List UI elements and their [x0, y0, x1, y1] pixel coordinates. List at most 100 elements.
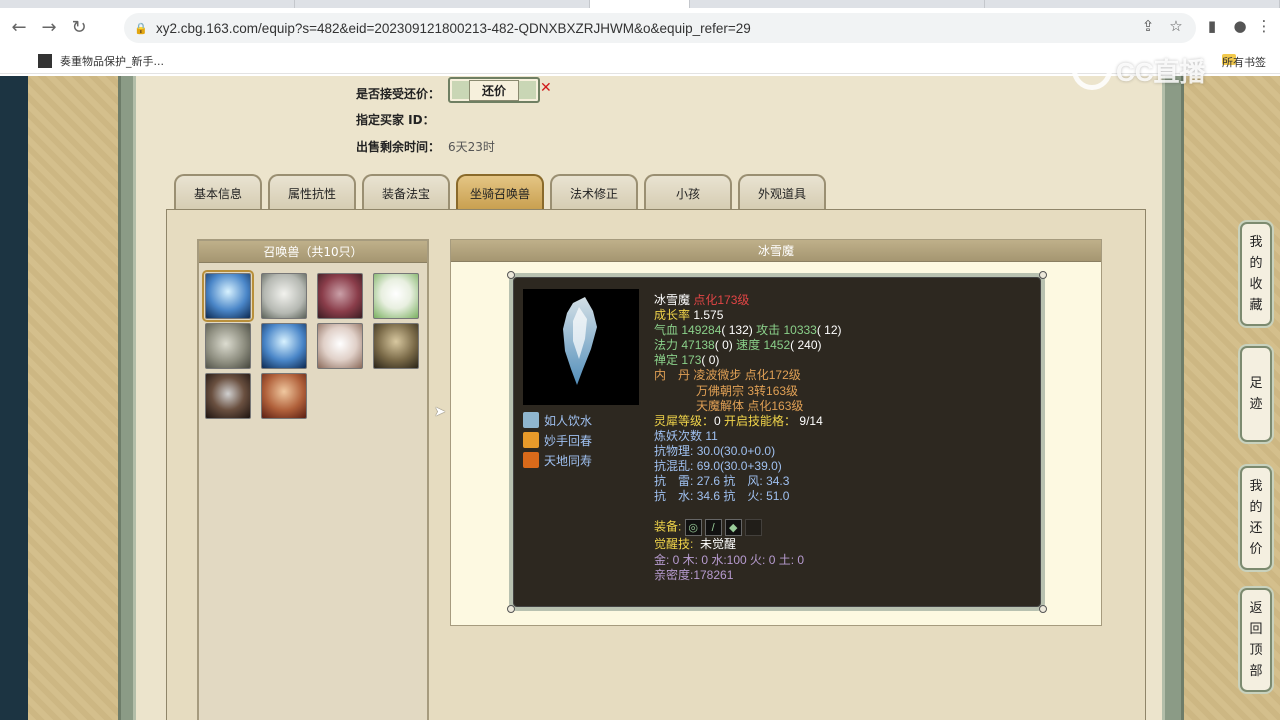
- res-thunder-value: 27.6: [696, 474, 721, 489]
- pet-female-immortal-icon[interactable]: [261, 373, 307, 419]
- tab-bar: 基本信息 属性抗性 装备法宝 坐骑召唤兽 法术修正 小孩 外观道具: [174, 174, 832, 210]
- card-corner: [1039, 605, 1047, 613]
- close-icon[interactable]: ✕: [540, 80, 552, 96]
- back-icon[interactable]: ←: [8, 17, 30, 39]
- mp-points: ( 0): [714, 338, 733, 353]
- slots-value: 9/14: [799, 413, 823, 428]
- pet-ice-spirit-icon[interactable]: [261, 323, 307, 369]
- sidepanel-icon[interactable]: ▮: [1202, 17, 1222, 35]
- side-nav-char: 的: [1249, 256, 1263, 271]
- forward-icon[interactable]: →: [38, 17, 60, 39]
- pet-red-beast-icon[interactable]: [317, 273, 363, 319]
- pet-white-beads-icon[interactable]: [317, 323, 363, 369]
- tab-mounts-pets[interactable]: 坐骑召唤兽: [456, 174, 544, 210]
- tab-attributes[interactable]: 属性抗性: [268, 174, 356, 210]
- hp-label: 气血: [654, 323, 679, 338]
- res-phys-label: 抗物理:: [654, 443, 694, 458]
- core-name: 凌波微步: [693, 368, 742, 383]
- main-content: 是否接受还价： 还价 ✕ 指定买家 ID： 出售剩余时间： 6天23时 基本信息…: [136, 76, 1162, 720]
- profile-icon[interactable]: ●: [1230, 17, 1250, 35]
- side-nav-char: 迹: [1249, 397, 1263, 412]
- card-corner: [507, 271, 515, 279]
- tab-equipment[interactable]: 装备法宝: [362, 174, 450, 210]
- side-nav-back-to-top[interactable]: 返回顶部: [1240, 588, 1272, 692]
- watermark-text: CC直播: [1116, 56, 1206, 87]
- browser-tab[interactable]: [690, 0, 985, 8]
- tab-panel: 召唤兽（共10只） 冰雪魔 如人饮水 妙手回春 天地同寿 冰雪魔 点化173级 …: [166, 209, 1146, 720]
- res-fire-label: 抗 火:: [723, 489, 763, 504]
- browser-tab-active[interactable]: [590, 0, 690, 8]
- lock-icon[interactable]: 🔒: [134, 22, 148, 35]
- pet-list: 召唤兽（共10只）: [197, 239, 429, 720]
- spd-points: ( 240): [790, 338, 822, 353]
- armor-equip-icon[interactable]: ◆: [724, 519, 742, 537]
- share-icon[interactable]: ⇪: [1138, 17, 1158, 35]
- sword-equip-icon[interactable]: /: [704, 519, 722, 537]
- buyer-id-label: 指定买家 ID：: [356, 112, 435, 127]
- star-icon[interactable]: ☆: [1166, 17, 1186, 35]
- counter-offer-button[interactable]: 还价: [448, 77, 540, 103]
- side-nav-favorites[interactable]: 我的收藏: [1240, 222, 1272, 326]
- right-border: [1162, 76, 1184, 720]
- skill-label: 天地同寿: [544, 453, 593, 468]
- browser-tab[interactable]: [295, 0, 590, 8]
- awaken-value: 未觉醒: [700, 537, 737, 552]
- tab-children[interactable]: 小孩: [644, 174, 732, 210]
- drink-icon: [523, 412, 539, 428]
- side-nav-char: 藏: [1249, 298, 1263, 313]
- side-nav-char: 还: [1249, 521, 1263, 536]
- def-value: 173: [681, 353, 702, 368]
- browser-tab[interactable]: [985, 0, 1280, 8]
- pet-gray-spirit-icon[interactable]: [205, 323, 251, 369]
- side-nav-char: 返: [1249, 601, 1263, 616]
- tab-appearance[interactable]: 外观道具: [738, 174, 826, 210]
- side-nav-my-offers[interactable]: 我的还价: [1240, 466, 1272, 570]
- pet-detail-title: 冰雪魔: [451, 240, 1101, 262]
- skill-item[interactable]: 妙手回春: [523, 431, 592, 449]
- url-text[interactable]: xy2.cbg.163.com/equip?s=482&eid=20230912…: [156, 21, 751, 36]
- bookmark-item[interactable]: 奏重物品保护_新手...: [60, 53, 164, 69]
- ring-equip-icon[interactable]: ◎: [684, 519, 702, 537]
- skill-label: 如人饮水: [544, 413, 593, 428]
- reload-icon[interactable]: ↻: [68, 17, 90, 39]
- browser-tab[interactable]: [0, 0, 295, 8]
- res-chaos-label: 抗混乱:: [654, 459, 694, 474]
- address-bar[interactable]: 🔒 xy2.cbg.163.com/equip?s=482&eid=202309…: [124, 13, 1196, 43]
- slots-label: 开启技能格：: [724, 413, 797, 428]
- card-corner: [507, 605, 515, 613]
- equip-label: 装备:: [654, 520, 682, 535]
- pet-ice-spirit-icon[interactable]: [202, 270, 254, 322]
- res-fire-value: 51.0: [766, 489, 790, 504]
- skill-item[interactable]: 如人饮水: [523, 411, 592, 429]
- stream-watermark: CC直播: [1072, 48, 1242, 92]
- mp-value: 47138: [681, 338, 715, 353]
- element-values: 金: 0 木: 0 水:100 火: 0 土: 0: [654, 552, 805, 567]
- res-thunder-label: 抗 雷:: [654, 474, 694, 489]
- pet-wolf-icon[interactable]: [205, 373, 251, 419]
- ice-crystal-icon: [563, 297, 597, 385]
- core-level: 点化163级: [747, 398, 804, 413]
- res-wind-value: 34.3: [766, 474, 790, 489]
- tab-spell-mods[interactable]: 法术修正: [550, 174, 638, 210]
- skill-item[interactable]: 天地同寿: [523, 451, 592, 469]
- spd-value: 1452: [763, 338, 791, 353]
- left-border: [118, 76, 136, 720]
- growth-label: 成长率: [654, 308, 691, 323]
- menu-icon[interactable]: ⋮: [1254, 17, 1274, 35]
- browser-toolbar: ← → ↻ 🔒 xy2.cbg.163.com/equip?s=482&eid=…: [0, 8, 1280, 48]
- pet-white-rabbit-icon[interactable]: [373, 273, 419, 319]
- spirit-label: 灵犀等级：: [654, 413, 715, 428]
- side-nav-char: 收: [1249, 277, 1263, 292]
- tab-basic-info[interactable]: 基本信息: [174, 174, 262, 210]
- empty-equip-icon[interactable]: [744, 519, 762, 537]
- side-nav-char: 我: [1249, 479, 1263, 494]
- side-nav-char: 顶: [1249, 643, 1263, 658]
- atk-value: 10333: [783, 323, 817, 338]
- pet-stat-card: 如人饮水 妙手回春 天地同寿 冰雪魔 点化173级 成长率 1.575 气血 1…: [507, 271, 1047, 613]
- side-nav-history[interactable]: 足迹: [1240, 346, 1272, 442]
- pet-armored-warrior-icon[interactable]: [373, 323, 419, 369]
- intimacy-value: 亲密度:178261: [654, 567, 734, 582]
- card-corner: [1039, 271, 1047, 279]
- res-water-label: 抗 水:: [654, 489, 694, 504]
- pet-white-bear-icon[interactable]: [261, 273, 307, 319]
